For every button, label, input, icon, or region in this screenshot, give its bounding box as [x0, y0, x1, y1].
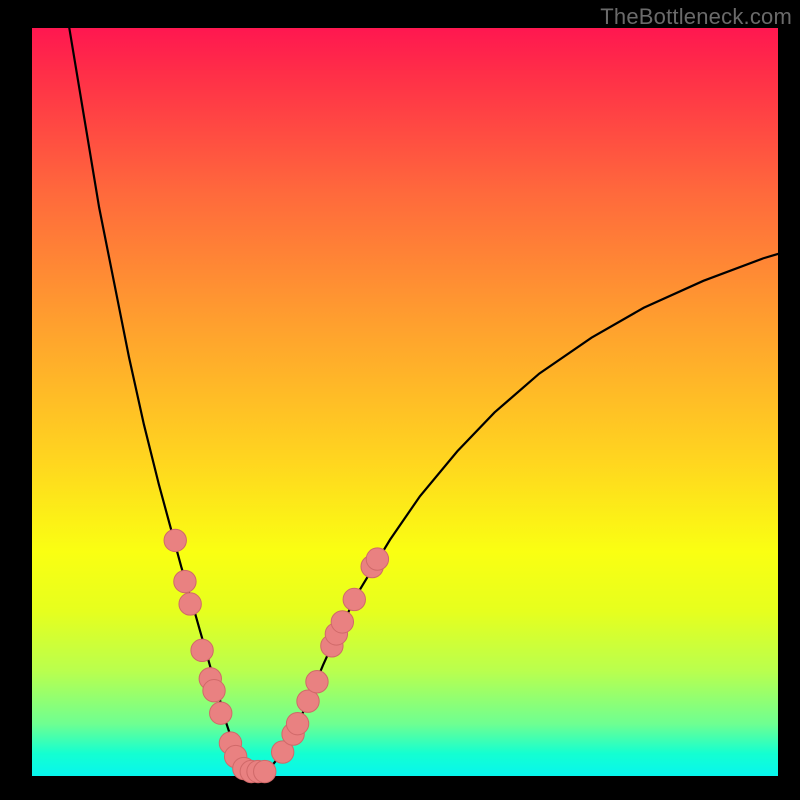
marker-dot [164, 529, 186, 551]
marker-dot [179, 593, 201, 615]
marker-dot [306, 671, 328, 693]
marker-dot [286, 712, 308, 734]
marker-dot [203, 680, 225, 702]
marker-dot [331, 611, 353, 633]
marker-group [164, 529, 389, 783]
marker-dot [210, 702, 232, 724]
marker-dot [254, 760, 276, 782]
plot-area [32, 28, 778, 776]
marker-dot [343, 588, 365, 610]
marker-dot [174, 570, 196, 592]
chart-frame: TheBottleneck.com [0, 0, 800, 800]
marker-dot [191, 639, 213, 661]
watermark-text: TheBottleneck.com [600, 4, 792, 30]
bottleneck-curve [69, 28, 778, 772]
plot-svg [32, 28, 778, 776]
marker-dot [366, 548, 388, 570]
